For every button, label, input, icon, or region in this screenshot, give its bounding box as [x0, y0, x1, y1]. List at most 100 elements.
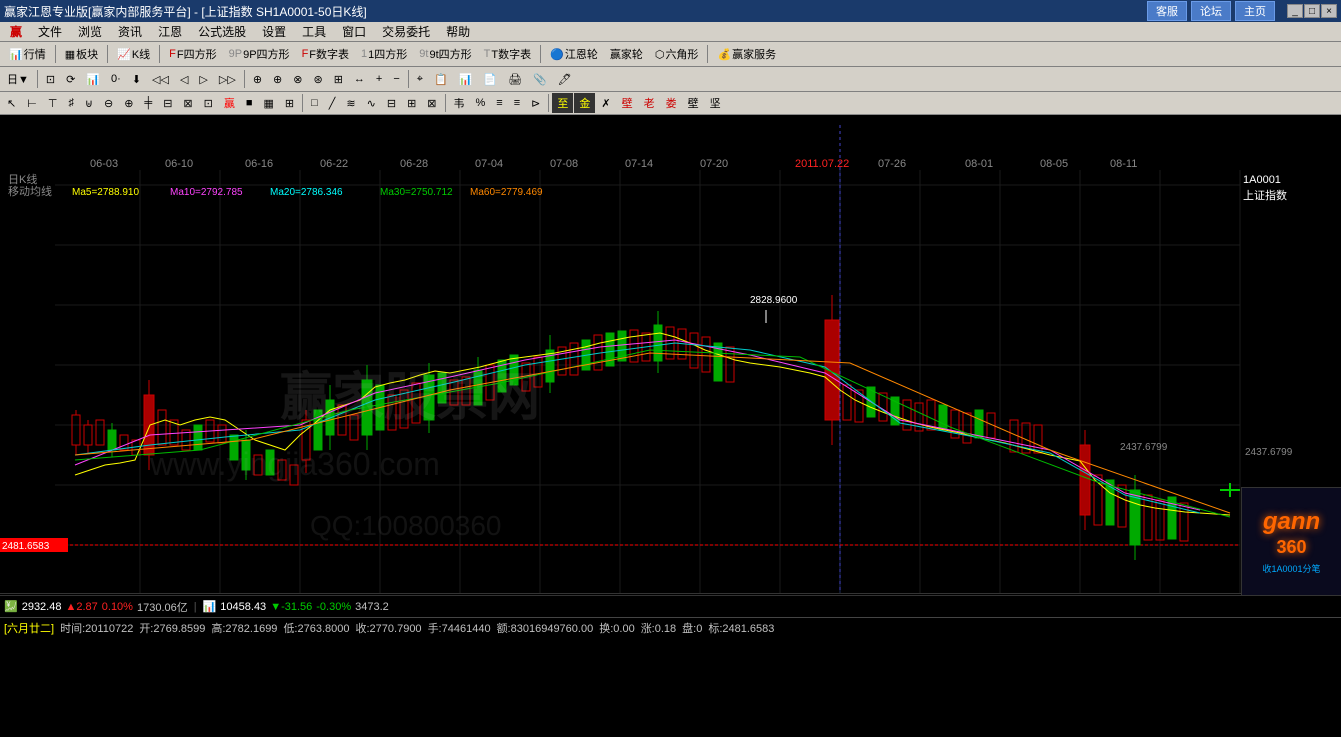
nav-tool5[interactable]: ⊞ — [329, 71, 348, 88]
menu-info[interactable]: 资讯 — [110, 21, 150, 42]
nav-tool8[interactable]: − — [388, 71, 404, 87]
draw-t23[interactable]: % — [471, 95, 491, 111]
tb-9tf4[interactable]: 9t9t四方形 — [414, 44, 476, 64]
draw-t11[interactable]: 贏 — [219, 93, 240, 113]
btn-home[interactable]: 主页 — [1235, 1, 1275, 21]
tb-1f4[interactable]: 11四方形 — [356, 44, 412, 64]
period-label: [六月廿二] — [4, 620, 54, 636]
nav-tool3[interactable]: ⊗ — [288, 71, 307, 88]
nav-tool2[interactable]: ⊕ — [268, 71, 287, 88]
draw-t16[interactable]: ╱ — [324, 95, 341, 112]
draw-t1[interactable]: ⊢ — [22, 95, 42, 112]
draw-t3[interactable]: ♯ — [63, 95, 79, 111]
tb-board[interactable]: ▦ 板块 — [60, 44, 103, 64]
nav-prev[interactable]: ◁ — [175, 71, 193, 88]
tb-f4[interactable]: FF四方形 — [164, 44, 221, 64]
nav-start[interactable]: ⊡ — [41, 71, 60, 88]
draw-t21[interactable]: ⊠ — [422, 95, 441, 112]
svg-text:Ma5=2788.910: Ma5=2788.910 — [72, 187, 139, 198]
nav-tool1[interactable]: ⊕ — [248, 71, 267, 88]
tb-jiangen[interactable]: 🔵 江恩轮 — [545, 44, 603, 64]
menu-jiang-en[interactable]: 江恩 — [150, 21, 190, 42]
draw-cursor[interactable]: ↖ — [2, 95, 21, 112]
menu-bar: 赢 文件 浏览 资讯 江恩 公式选股 设置 工具 窗口 交易委托 帮助 — [0, 22, 1341, 42]
tb-fnum[interactable]: FF数字表 — [297, 44, 354, 64]
nav-tool13[interactable]: 🖨 — [503, 71, 527, 88]
nav-tool14[interactable]: 📎 — [528, 71, 552, 88]
draw-t15[interactable]: □ — [306, 95, 323, 111]
tb-market[interactable]: 📊 行情 — [4, 44, 51, 64]
menu-window[interactable]: 窗口 — [334, 21, 374, 42]
nav-fast[interactable]: ▷▷ — [214, 71, 241, 88]
nav-play[interactable]: ▷ — [194, 71, 212, 88]
menu-win[interactable]: 赢 — [2, 21, 30, 42]
draw-t12[interactable]: ■ — [241, 95, 258, 111]
draw-t27[interactable]: 至 — [552, 93, 573, 113]
bottom-right-label[interactable]: 收1A0001分笔 — [1262, 562, 1320, 575]
nav-tool6[interactable]: ↔ — [349, 71, 370, 87]
btn-forum[interactable]: 论坛 — [1191, 1, 1231, 21]
tb-9pf4[interactable]: 9P9P四方形 — [224, 44, 295, 64]
main-chart-svg[interactable]: 06-03 06-10 06-16 06-22 06-28 07-04 07-0… — [0, 115, 1341, 595]
draw-t26[interactable]: ⊳ — [526, 95, 545, 112]
draw-t31[interactable]: 老 — [639, 93, 660, 113]
nav-arrows[interactable]: ◁◁ — [147, 71, 174, 88]
menu-tools[interactable]: 工具 — [294, 21, 334, 42]
menu-formula[interactable]: 公式选股 — [190, 21, 254, 42]
close-btn[interactable]: × — [1321, 4, 1337, 18]
draw-t9[interactable]: ⊠ — [178, 95, 197, 112]
amount-val: 额:83016949760.00 — [497, 620, 594, 636]
menu-help[interactable]: 帮助 — [438, 21, 478, 42]
tb-ying[interactable]: 赢家轮 — [605, 44, 648, 64]
index-change-pct: -0.30% — [316, 601, 351, 613]
draw-t7[interactable]: ╪ — [139, 95, 157, 111]
draw-t19[interactable]: ⊟ — [382, 95, 401, 112]
menu-settings[interactable]: 设置 — [254, 21, 294, 42]
draw-t32[interactable]: 娄 — [661, 93, 682, 113]
menu-file[interactable]: 文件 — [30, 21, 70, 42]
nav-tool11[interactable]: 📊 — [454, 71, 478, 88]
draw-t13[interactable]: ▦ — [259, 95, 279, 112]
nav-chart-type[interactable]: 📊 — [81, 71, 105, 88]
nav-tool15[interactable]: 🖊 — [553, 71, 577, 88]
draw-t14[interactable]: ⊞ — [280, 95, 299, 112]
nav-tool4[interactable]: ⊛ — [308, 71, 327, 88]
tb-service[interactable]: 💰 赢家服务 — [712, 44, 781, 64]
nav-tool7[interactable]: + — [371, 71, 387, 87]
maximize-btn[interactable]: □ — [1304, 4, 1320, 18]
nav-refresh[interactable]: ⟳ — [61, 71, 80, 88]
draw-t20[interactable]: ⊞ — [402, 95, 421, 112]
btn-customer[interactable]: 客服 — [1147, 1, 1187, 21]
draw-t30[interactable]: 壁 — [617, 93, 638, 113]
nav-down[interactable]: ⬇ — [127, 71, 146, 88]
tb-hex[interactable]: ⬡ 六角形 — [650, 44, 704, 64]
draw-t34[interactable]: 坚 — [705, 93, 726, 113]
minimize-btn[interactable]: _ — [1287, 4, 1303, 18]
nav-0[interactable]: 0· — [106, 71, 126, 87]
draw-t25[interactable]: ≡ — [509, 95, 525, 111]
draw-t2[interactable]: ⊤ — [43, 95, 63, 112]
draw-t17[interactable]: ≋ — [341, 95, 360, 112]
draw-t5[interactable]: ⊖ — [99, 95, 118, 112]
draw-t6[interactable]: ⊕ — [119, 95, 138, 112]
tb-kline[interactable]: 📈 K线 — [112, 44, 155, 64]
draw-t10[interactable]: ⊡ — [199, 95, 218, 112]
draw-t24[interactable]: ≡ — [491, 95, 507, 111]
title-text: 赢家江恩专业版[赢家内部服务平台] - [上证指数 SH1A0001-50日K线… — [4, 3, 367, 20]
draw-t4[interactable]: ⊎ — [80, 95, 98, 112]
menu-browse[interactable]: 浏览 — [70, 21, 110, 42]
tb-tnum[interactable]: TT数字表 — [479, 44, 536, 64]
nav-tool10[interactable]: 📋 — [429, 71, 453, 88]
draw-t29[interactable]: ✗ — [596, 95, 615, 112]
svg-text:07-20: 07-20 — [700, 158, 728, 170]
nav-tool9[interactable]: ⌖ — [412, 71, 428, 88]
period-btn[interactable]: 日▼ — [2, 69, 34, 89]
toolbar-nav: 日▼ ⊡ ⟳ 📊 0· ⬇ ◁◁ ◁ ▷ ▷▷ ⊕ ⊕ ⊗ ⊛ ⊞ ↔ + − … — [0, 67, 1341, 92]
draw-t8[interactable]: ⊟ — [158, 95, 177, 112]
nav-tool12[interactable]: 📄 — [478, 71, 502, 88]
draw-t22[interactable]: 韦 — [449, 93, 470, 113]
draw-t33[interactable]: 壁 — [683, 93, 704, 113]
menu-trade[interactable]: 交易委托 — [374, 21, 438, 42]
draw-t18[interactable]: ∿ — [362, 95, 381, 112]
draw-t28[interactable]: 金 — [574, 93, 595, 113]
